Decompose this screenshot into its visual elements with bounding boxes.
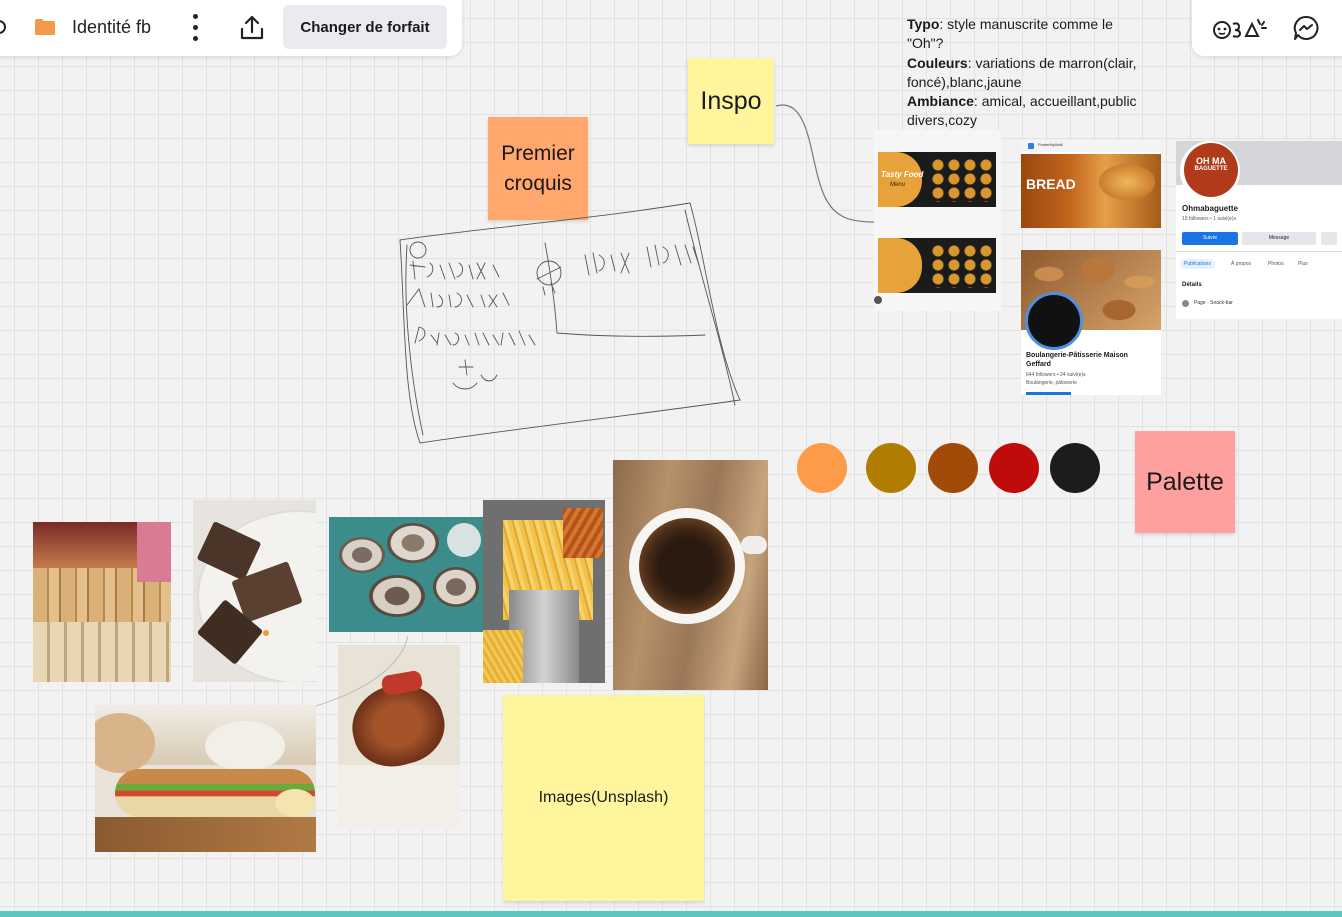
ohma-follow-label: Suivre bbox=[1202, 235, 1218, 241]
geffard-avatar bbox=[1025, 292, 1083, 350]
collaboration-toolbar bbox=[1192, 0, 1342, 56]
image-oysters[interactable] bbox=[329, 517, 484, 632]
image-baguettes[interactable] bbox=[33, 522, 171, 682]
inspo-label: Inspo bbox=[700, 86, 762, 115]
bread-app-name: PosterMyWall bbox=[1038, 142, 1063, 147]
chat-icon[interactable] bbox=[1292, 14, 1320, 42]
brief-notes[interactable]: Typo: style manuscrite comme le "Oh"? Co… bbox=[907, 15, 1147, 131]
image-sandwich[interactable] bbox=[95, 705, 316, 852]
inspo-menu-card[interactable]: Tasty Food Menu bbox=[874, 130, 1001, 311]
ohma-tab1-label: Publications bbox=[1184, 261, 1211, 267]
geffard-page-name: Boulangerie-Pâtisserie Maison Geffard bbox=[1026, 352, 1128, 368]
board-toolbar: Identité fb Changer de forfait bbox=[0, 0, 462, 56]
palette-color-1[interactable] bbox=[797, 443, 847, 493]
reactions-icon[interactable] bbox=[1212, 14, 1270, 42]
upgrade-plan-button[interactable]: Changer de forfait bbox=[283, 5, 447, 49]
ohma-message-button: Message bbox=[1242, 232, 1316, 245]
ohma-tab-more: Plus bbox=[1298, 261, 1308, 267]
image-coffee[interactable] bbox=[613, 460, 768, 690]
palette-color-5[interactable] bbox=[1050, 443, 1100, 493]
typo-label: Typo bbox=[907, 16, 940, 32]
hand-sketch[interactable] bbox=[385, 195, 750, 450]
ohma-logo-line1: OH MA bbox=[1196, 156, 1226, 166]
bread-poster-title: BREAD bbox=[1026, 176, 1076, 192]
folder-icon[interactable] bbox=[34, 18, 56, 36]
palette-color-2[interactable] bbox=[866, 443, 916, 493]
palette-label: Palette bbox=[1146, 467, 1224, 496]
palette-color-4[interactable] bbox=[989, 443, 1039, 493]
sticky-note-images[interactable]: Images(Unsplash) bbox=[503, 695, 704, 901]
mood-label: Ambiance bbox=[907, 93, 974, 110]
ohma-logo-line2: BAGUETTE bbox=[1194, 166, 1228, 172]
menu-icon[interactable] bbox=[0, 20, 6, 34]
ohma-page-stats: 19 followers • 1 suivi(e)s bbox=[1182, 216, 1236, 222]
palette-color-3[interactable] bbox=[928, 443, 978, 493]
menu-subtitle: Menu bbox=[890, 182, 906, 188]
colors-label: Couleurs bbox=[907, 54, 968, 71]
geffard-stats: 644 followers • 24 suivi(e)s bbox=[1026, 372, 1086, 378]
board-title[interactable]: Identité fb bbox=[72, 17, 151, 38]
ohma-logo: OH MA BAGUETTE bbox=[1184, 143, 1238, 197]
inspo-bread-poster[interactable]: PosterMyWall BREAD bbox=[1021, 140, 1161, 228]
ohma-page-type: Page · Snack-bar bbox=[1194, 300, 1233, 306]
more-options-icon[interactable] bbox=[190, 14, 200, 42]
image-fries[interactable] bbox=[483, 500, 605, 683]
image-connector-line[interactable] bbox=[300, 630, 420, 710]
ohma-message-label: Message bbox=[1268, 235, 1290, 241]
image-brownies[interactable] bbox=[193, 500, 316, 682]
ohma-page-name: Ohmabaguette bbox=[1182, 204, 1239, 213]
menu-title: Tasty Food bbox=[881, 170, 924, 179]
ohma-tab-photos: Photos bbox=[1268, 261, 1284, 267]
sticky-note-inspo[interactable]: Inspo bbox=[688, 58, 774, 144]
croquis-label: Premier croquis bbox=[501, 141, 575, 195]
inspo-ohmabaguette-page[interactable]: OH MA BAGUETTE Ohmabaguette 19 followers… bbox=[1176, 141, 1342, 319]
ohma-tab-publications: Publications bbox=[1180, 259, 1215, 269]
geffard-type: Boulangerie, pâtisserie bbox=[1026, 380, 1077, 386]
inspo-geffard-page[interactable]: Boulangerie-Pâtisserie Maison Geffard 64… bbox=[1021, 250, 1161, 395]
connector-line[interactable] bbox=[770, 100, 880, 230]
images-label: Images(Unsplash) bbox=[538, 789, 669, 806]
ohma-tab-about: À propos bbox=[1231, 261, 1252, 267]
sticky-note-palette[interactable]: Palette bbox=[1135, 431, 1235, 533]
ohma-follow-button: Suivre bbox=[1182, 232, 1238, 245]
share-icon[interactable] bbox=[238, 14, 266, 42]
ohma-details-heading: Détails bbox=[1182, 282, 1202, 288]
bottom-accent-bar bbox=[0, 911, 1342, 917]
